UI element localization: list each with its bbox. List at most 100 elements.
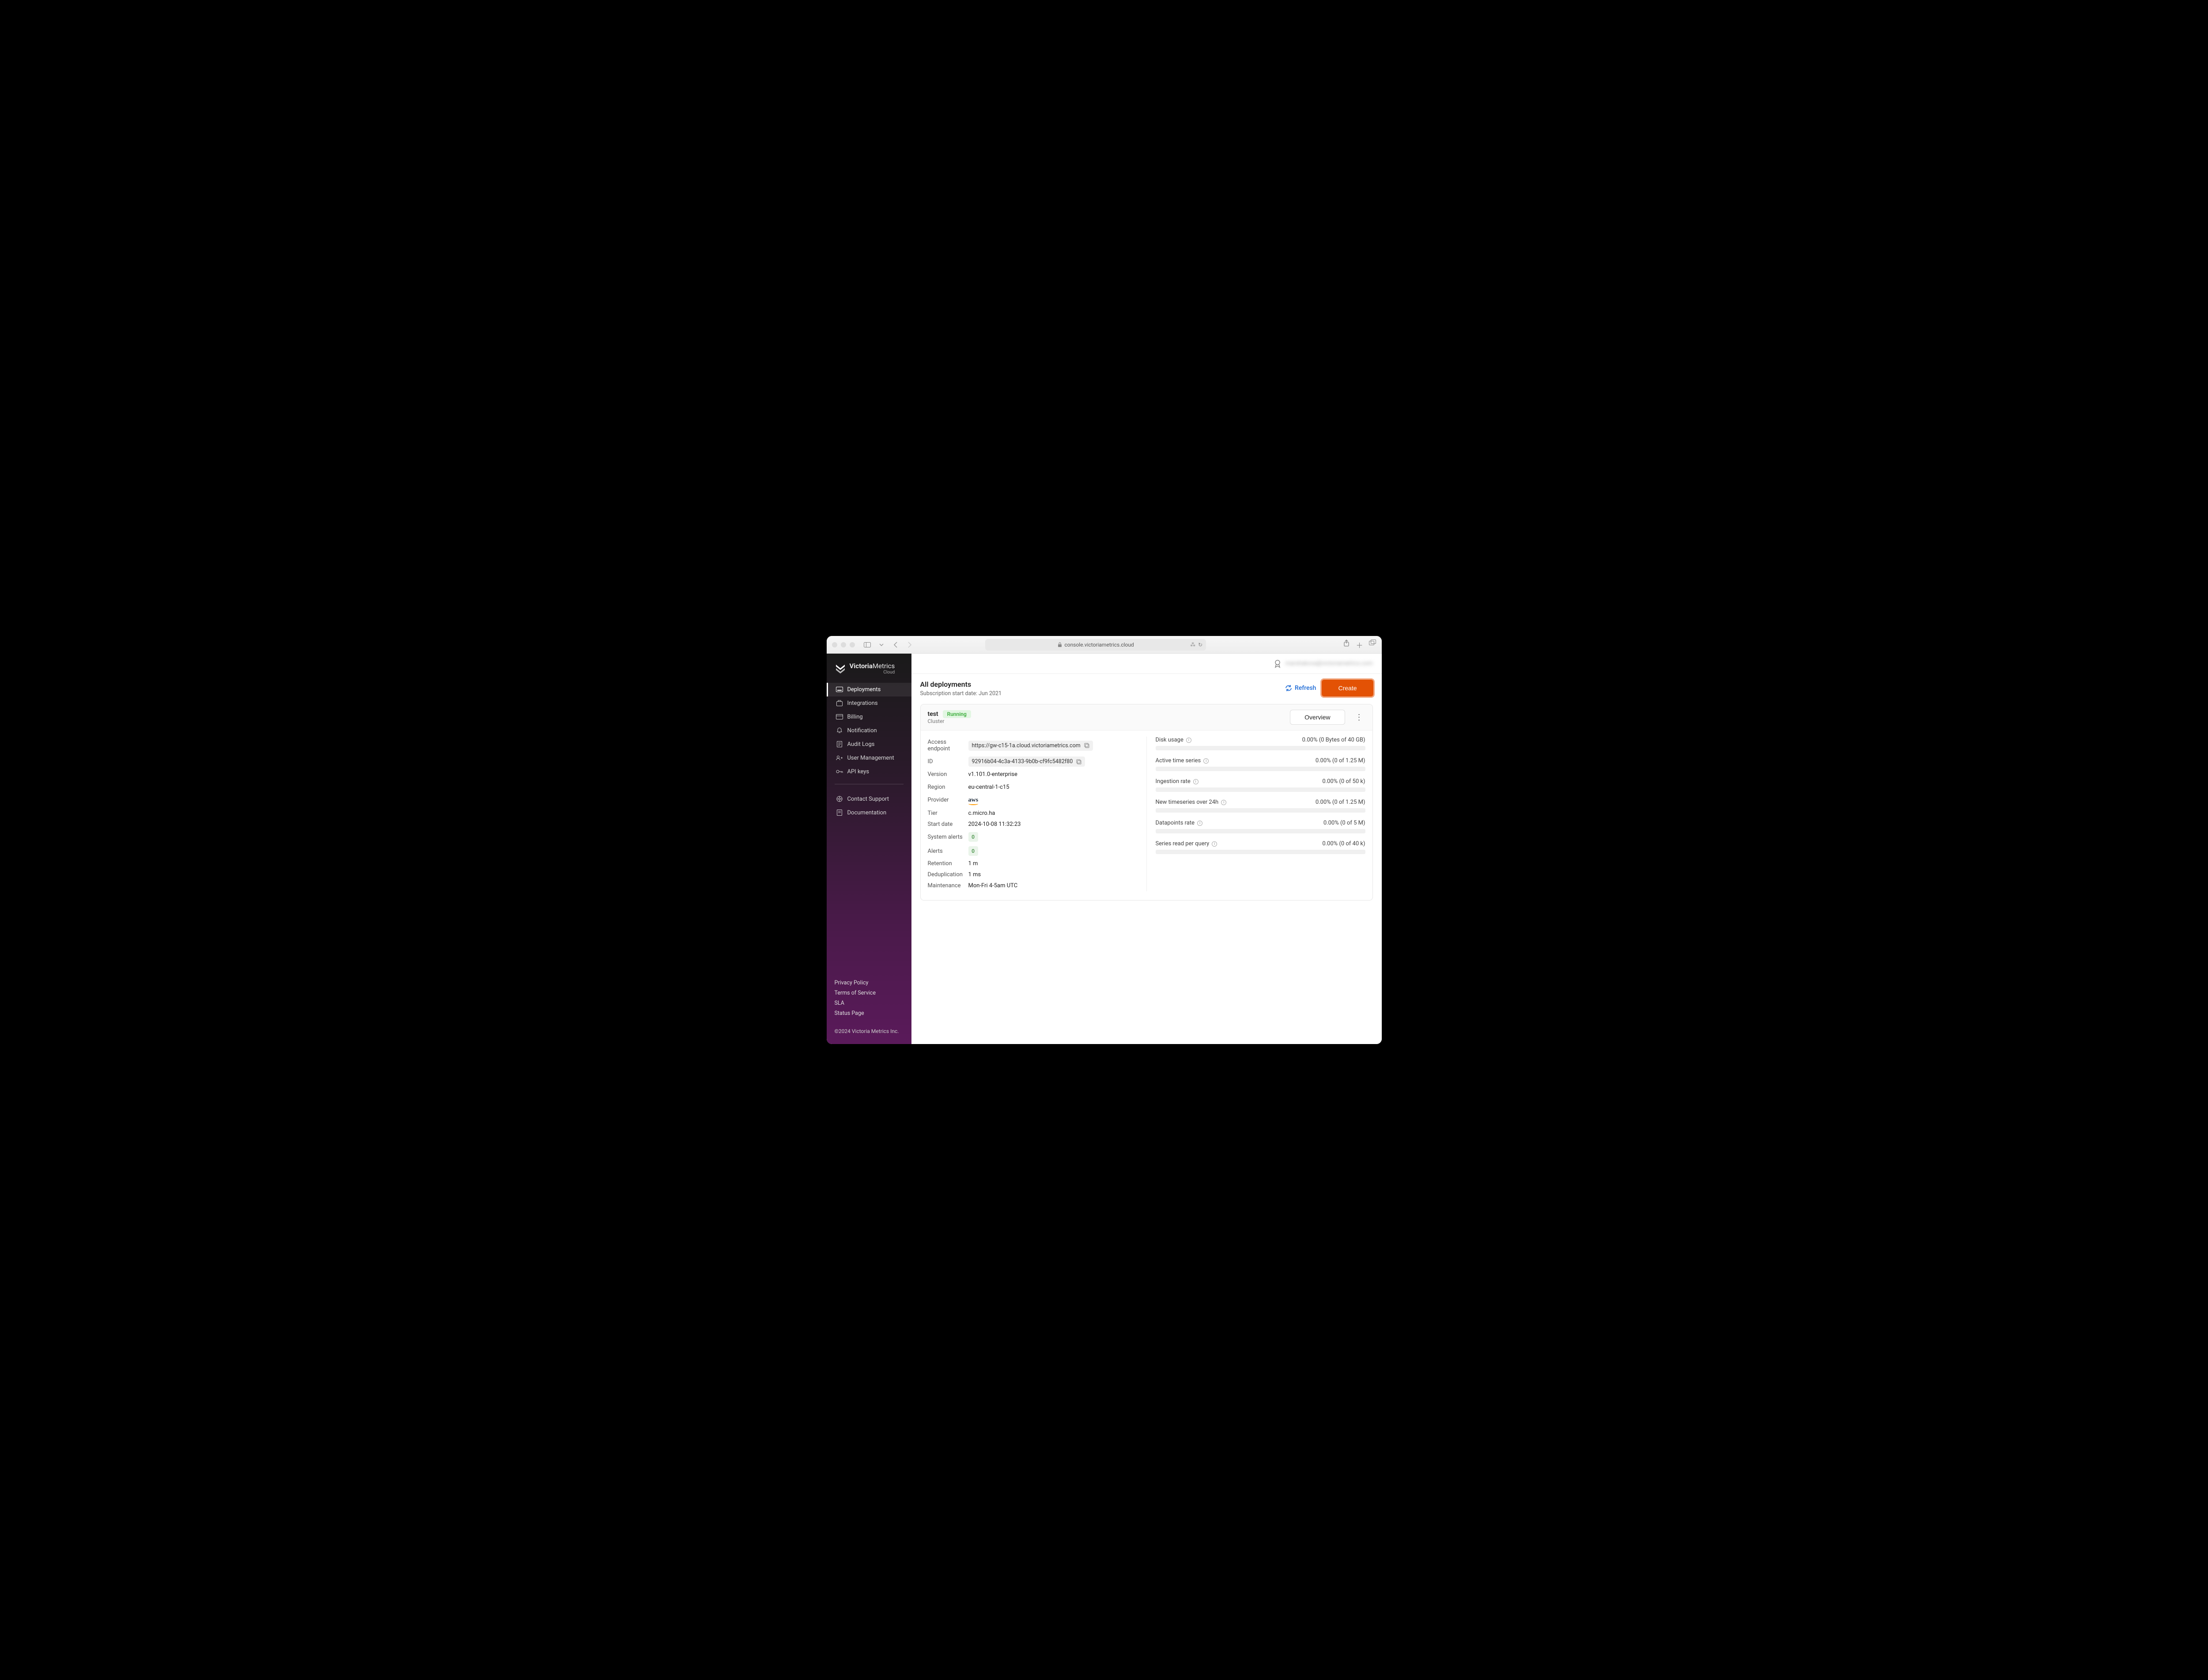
detail-label: Maintenance	[928, 882, 968, 889]
detail-label: System alerts	[928, 834, 968, 840]
award-icon	[1273, 659, 1282, 668]
sidebar-item-label: Contact Support	[847, 796, 889, 802]
sidebar-item-audit-logs[interactable]: Audit Logs	[827, 738, 911, 751]
copy-icon[interactable]	[1076, 759, 1081, 764]
metric-name: Series read per query	[1156, 840, 1210, 847]
detail-label: Start date	[928, 821, 968, 828]
detail-label: Access endpoint	[928, 739, 968, 752]
tabs-icon[interactable]	[1369, 639, 1376, 650]
sidebar-item-notification[interactable]: Notification	[827, 724, 911, 738]
detail-version: Version v1.101.0-enterprise	[928, 769, 1138, 780]
more-actions-button[interactable]: ⋮	[1353, 710, 1365, 725]
info-icon[interactable]: i	[1186, 738, 1191, 743]
metric-series-read: Series read per queryi 0.00% (0 of 40 k)	[1156, 840, 1365, 854]
topbar: marshakova@victoriametrics.com	[911, 654, 1382, 674]
detail-tier: Tier c.micro.ha	[928, 806, 1138, 819]
user-management-icon	[836, 755, 843, 761]
detail-id: ID 92916b04-4c3a-4133-9b0b-cf9fc5482f80	[928, 754, 1138, 769]
metrics-column: Disk usagei 0.00% (0 Bytes of 40 GB) Act…	[1147, 737, 1365, 891]
brand-text: VictoriaMetrics Cloud	[850, 662, 895, 675]
info-icon[interactable]: i	[1212, 841, 1217, 847]
detail-start-date: Start date 2024-10-08 11:32:23	[928, 819, 1138, 830]
api-keys-icon	[836, 769, 843, 774]
user-menu[interactable]: marshakova@victoriametrics.com	[1273, 659, 1373, 668]
app: VictoriaMetrics Cloud Deployments Integr…	[827, 654, 1382, 1044]
info-icon[interactable]: i	[1221, 800, 1226, 805]
detail-access-endpoint: Access endpoint https://gw-c15-1a.cloud.…	[928, 737, 1138, 754]
sidebar-item-billing[interactable]: Billing	[827, 710, 911, 724]
endpoint-value: https://gw-c15-1a.cloud.victoriametrics.…	[972, 742, 1081, 749]
minimize-window-icon[interactable]	[841, 642, 846, 647]
sidebar-item-contact-support[interactable]: Contact Support	[827, 792, 911, 806]
metric-name: Datapoints rate	[1156, 820, 1195, 826]
metric-name: Disk usage	[1156, 737, 1183, 743]
sidebar-item-api-keys[interactable]: API keys	[827, 765, 911, 779]
terms-of-service-link[interactable]: Terms of Service	[835, 990, 904, 996]
nav-support: Contact Support Documentation	[827, 792, 911, 820]
metric-value: 0.00% (0 of 50 k)	[1322, 778, 1365, 785]
privacy-policy-link[interactable]: Privacy Policy	[835, 980, 904, 986]
brand-name-bold: Victoria	[850, 662, 873, 670]
detail-value: 2024-10-08 11:32:23	[968, 821, 1021, 828]
refresh-button[interactable]: Refresh	[1285, 685, 1316, 692]
sidebar-item-label: Documentation	[847, 810, 887, 816]
nav-primary: Deployments Integrations Billing Notific…	[827, 683, 911, 779]
details-column: Access endpoint https://gw-c15-1a.cloud.…	[928, 737, 1147, 891]
detail-label: ID	[928, 758, 968, 765]
status-page-link[interactable]: Status Page	[835, 1010, 904, 1017]
detail-label: Provider	[928, 797, 968, 803]
new-tab-icon[interactable]: ＋	[1356, 639, 1363, 650]
copy-icon[interactable]	[1084, 743, 1089, 748]
sidebar-item-label: User Management	[847, 755, 894, 761]
id-chip: 92916b04-4c3a-4133-9b0b-cf9fc5482f80	[968, 757, 1085, 767]
browser-window: console.victoriametrics.cloud ⁂ ↻ ＋	[827, 636, 1382, 1044]
back-button[interactable]	[890, 639, 901, 650]
count-pill: 0	[968, 832, 978, 842]
sidebar-footer: Privacy Policy Terms of Service SLA Stat…	[827, 980, 911, 1044]
sidebar-item-label: Deployments	[847, 686, 881, 693]
address-bar[interactable]: console.victoriametrics.cloud ⁂ ↻	[985, 639, 1206, 651]
deployment-card: test Running Cluster Overview ⋮	[920, 704, 1373, 901]
translate-icon[interactable]: ⁂	[1190, 642, 1195, 648]
overview-button[interactable]: Overview	[1290, 710, 1345, 725]
brand[interactable]: VictoriaMetrics Cloud	[827, 654, 911, 683]
detail-alerts: Alerts 0	[928, 844, 1138, 858]
detail-label: Retention	[928, 860, 968, 867]
billing-icon	[836, 714, 843, 719]
integrations-icon	[836, 700, 843, 706]
metric-bar	[1156, 808, 1365, 813]
chevron-down-icon[interactable]	[876, 639, 887, 650]
metric-bar	[1156, 850, 1365, 854]
traffic-lights	[832, 642, 855, 647]
sidebar-item-label: Notification	[847, 727, 877, 734]
user-email: marshakova@victoriametrics.com	[1285, 660, 1373, 667]
close-window-icon[interactable]	[832, 642, 837, 647]
aws-logo-icon: aws	[968, 797, 979, 803]
info-icon[interactable]: i	[1203, 758, 1209, 764]
detail-maintenance: Maintenance Mon-Fri 4-5am UTC	[928, 880, 1138, 891]
detail-value: 1 ms	[968, 871, 981, 878]
metric-value: 0.00% (0 of 1.25 M)	[1316, 757, 1365, 764]
subscription-date: Subscription start date: Jun 2021	[920, 690, 1002, 697]
metric-value: 0.00% (0 Bytes of 40 GB)	[1302, 737, 1365, 743]
sidebar-item-label: API keys	[847, 768, 870, 775]
id-value: 92916b04-4c3a-4133-9b0b-cf9fc5482f80	[972, 758, 1073, 765]
sidebar-item-deployments[interactable]: Deployments	[827, 683, 911, 696]
info-icon[interactable]: i	[1197, 821, 1202, 826]
maximize-window-icon[interactable]	[850, 642, 855, 647]
page-title: All deployments	[920, 680, 1002, 689]
forward-button[interactable]	[904, 639, 915, 650]
detail-retention: Retention 1 m	[928, 858, 1138, 869]
sidebar-item-user-management[interactable]: User Management	[827, 751, 911, 765]
share-icon[interactable]	[1343, 639, 1350, 650]
sla-link[interactable]: SLA	[835, 1000, 904, 1006]
create-button[interactable]: Create	[1322, 680, 1372, 696]
detail-value: Mon-Fri 4-5am UTC	[968, 882, 1018, 889]
reload-icon[interactable]: ↻	[1198, 642, 1202, 648]
info-icon[interactable]: i	[1193, 779, 1199, 784]
detail-label: Deduplication	[928, 871, 968, 878]
sidebar-item-documentation[interactable]: Documentation	[827, 806, 911, 820]
sidebar-toggle-icon[interactable]	[862, 639, 873, 650]
sidebar-item-integrations[interactable]: Integrations	[827, 696, 911, 710]
lock-icon	[1058, 642, 1062, 647]
